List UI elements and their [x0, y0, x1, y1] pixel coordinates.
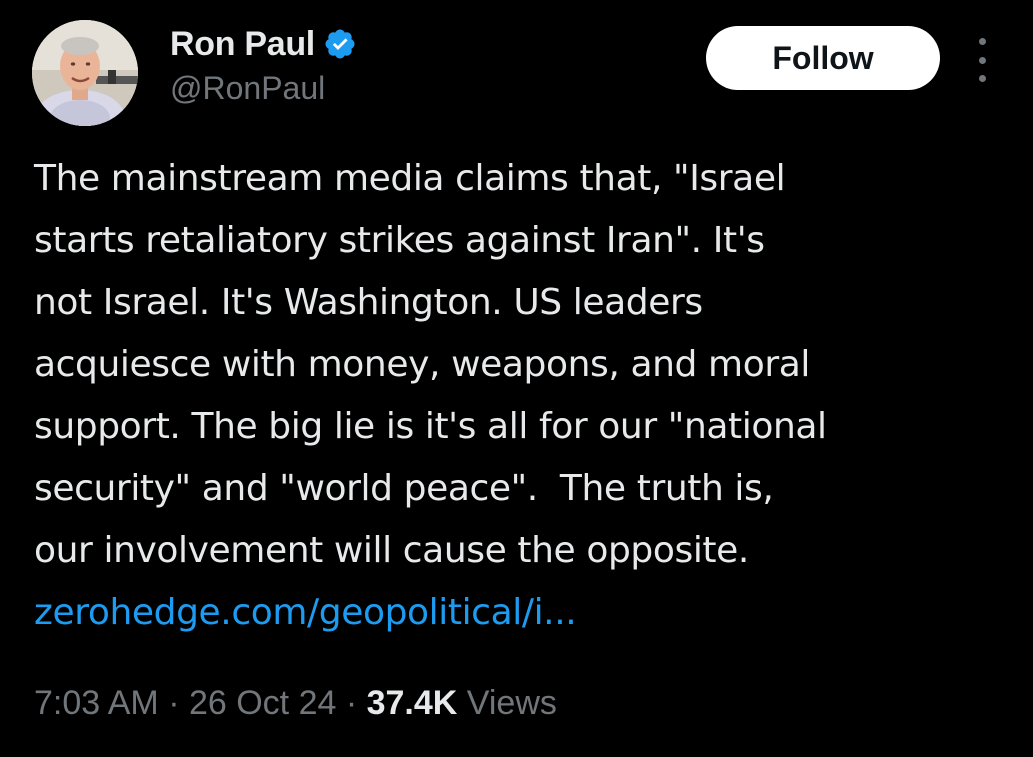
avatar-image: [32, 20, 138, 126]
tweet-text-line: not Israel. It's Washington. US leaders: [34, 282, 703, 323]
tweet-header: Ron Paul @RonPaul Follow: [32, 20, 1002, 126]
author-block: Ron Paul @RonPaul: [170, 22, 357, 107]
more-dot: [978, 56, 986, 64]
tweet-text-line: our involvement will cause the opposite.: [34, 530, 749, 571]
tweet-text-line: starts retaliatory strikes against Iran"…: [34, 220, 765, 261]
tweet-link-line: zerohedge.com/geopolitical/i...: [34, 582, 1009, 644]
tweet-text-line: support. The big lie is it's all for our…: [34, 406, 827, 447]
tweet-meta: 7:03 AM · 26 Oct 24 · 37.4K Views: [34, 684, 557, 723]
avatar[interactable]: [32, 20, 138, 126]
more-options-icon[interactable]: [968, 38, 996, 82]
tweet-date[interactable]: 26 Oct 24: [189, 684, 336, 722]
tweet-text-line: security" and "world peace". The truth i…: [34, 468, 774, 509]
author-handle[interactable]: @RonPaul: [170, 70, 357, 107]
tweet-text-line: acquiesce with money, weapons, and moral: [34, 344, 811, 385]
more-dot: [978, 38, 986, 45]
follow-button[interactable]: Follow: [706, 26, 940, 90]
views-label: Views: [457, 684, 557, 722]
verified-badge-icon[interactable]: [323, 27, 357, 61]
tweet-text-line: The mainstream media claims that, "Israe…: [34, 158, 786, 199]
tweet-text: The mainstream media claims that, "Israe…: [34, 148, 1009, 644]
tweet-time[interactable]: 7:03 AM: [34, 684, 159, 722]
tweet-card: Ron Paul @RonPaul Follow The mainstream …: [0, 0, 1033, 757]
tweet-link[interactable]: zerohedge.com/geopolitical/i...: [34, 592, 577, 633]
more-dot: [978, 75, 986, 82]
meta-separator: ·: [158, 684, 189, 722]
meta-separator: ·: [336, 684, 367, 722]
display-name[interactable]: Ron Paul: [170, 25, 315, 64]
display-name-row: Ron Paul: [170, 22, 357, 66]
views-count: 37.4K: [366, 684, 458, 722]
